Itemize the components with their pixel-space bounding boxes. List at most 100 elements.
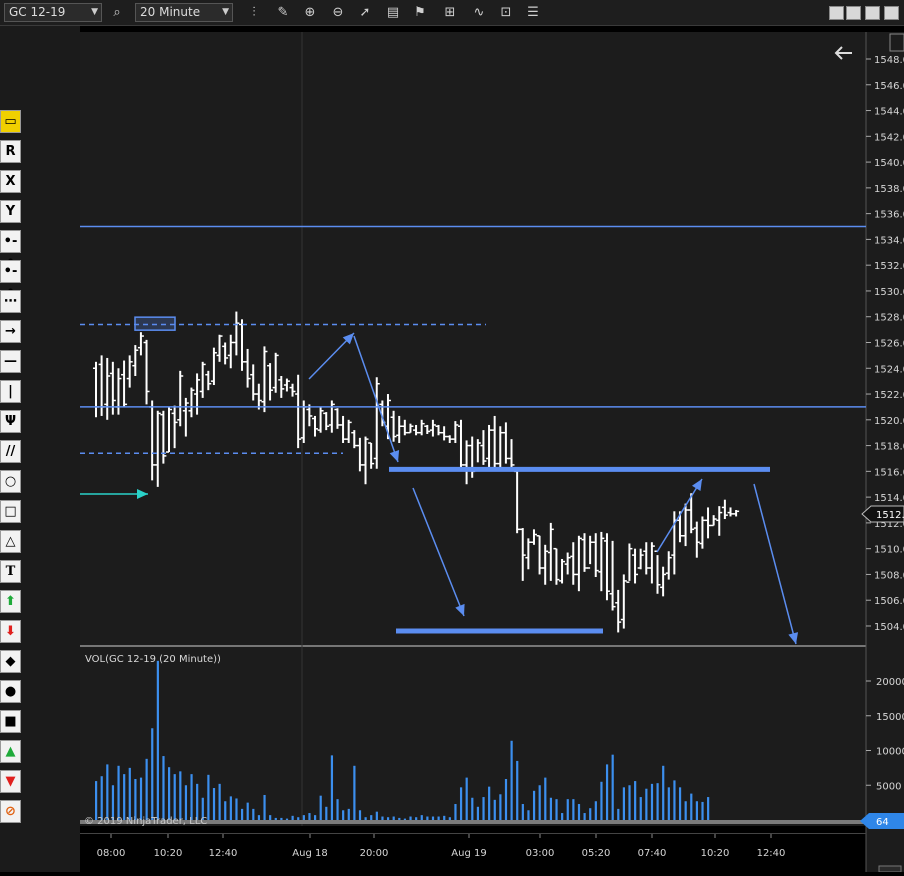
- volume-bar: [297, 817, 300, 820]
- price-tick-label: 1510.0: [874, 545, 904, 556]
- volume-bar: [532, 790, 536, 820]
- tile-button[interactable]: [829, 6, 844, 20]
- volume-bar: [420, 815, 423, 820]
- x-marker-icon[interactable]: X: [0, 170, 21, 193]
- time-tick-label: 07:40: [638, 848, 667, 859]
- volume-bar: [173, 774, 176, 820]
- price-tick-label: 1538.0: [874, 184, 904, 195]
- pencil-icon[interactable]: ✎: [274, 4, 292, 22]
- extended-line-icon[interactable]: ⋯: [0, 290, 21, 313]
- volume-bar: [701, 801, 704, 820]
- last-price-marker: 1512.7: [861, 505, 904, 523]
- volume-bar: [167, 767, 171, 820]
- axis-toggle-button[interactable]: [889, 33, 904, 52]
- volume-bar: [695, 801, 699, 820]
- chevron-down-icon: ▼: [91, 7, 98, 17]
- diamond-icon[interactable]: ◆: [0, 650, 21, 673]
- scroll-handle[interactable]: [878, 865, 902, 873]
- risk-reward-icon[interactable]: R: [0, 140, 21, 163]
- horizontal-line-icon[interactable]: —: [0, 350, 21, 373]
- volume-bar: [100, 776, 103, 820]
- volume-bar: [409, 816, 412, 820]
- time-tick-label: 10:20: [701, 848, 730, 859]
- interval-selector[interactable]: 20 Minute ▼: [135, 3, 233, 22]
- price-chart[interactable]: 1548.0 1546.0 1544.0 1542.0 1540.0 1538.0 1536…: [80, 32, 904, 873]
- volume-bar: [128, 767, 131, 820]
- volume-bar: [95, 781, 98, 820]
- triangle-icon[interactable]: △: [0, 530, 21, 553]
- pointer-icon[interactable]: ➚: [356, 4, 374, 22]
- volume-bar: [426, 816, 429, 820]
- time-tick-label: 08:00: [97, 848, 126, 859]
- volume-bar: [285, 818, 289, 820]
- arrow-down-icon[interactable]: ⬇: [0, 620, 21, 643]
- volume-bar: [246, 802, 249, 820]
- text-icon[interactable]: T: [0, 560, 21, 583]
- line-icon[interactable]: •-•: [0, 230, 21, 270]
- arrow-up-icon[interactable]: ⬆: [0, 590, 21, 613]
- chevron-down-icon: ▼: [222, 7, 229, 17]
- volume-bar: [650, 783, 654, 820]
- volume-bar: [656, 783, 659, 820]
- restore-button[interactable]: [846, 6, 861, 20]
- price-tick-label: 1524.0: [874, 364, 904, 375]
- ruler-icon[interactable]: ▭: [0, 110, 21, 133]
- bar-chart-icon[interactable]: ⫶: [245, 4, 263, 22]
- strategy-icon[interactable]: ⚑: [411, 4, 429, 22]
- volume-bar: [252, 808, 255, 820]
- time-axis-border: [80, 833, 866, 834]
- price-tick-label: 1540.0: [874, 158, 904, 169]
- data-box-icon[interactable]: ⊞: [441, 4, 459, 22]
- volume-bar: [493, 799, 496, 820]
- price-tick-label: 1520.0: [874, 416, 904, 427]
- ray-icon[interactable]: •-•: [0, 260, 21, 300]
- volume-bar: [437, 816, 440, 820]
- vertical-line-icon[interactable]: |: [0, 380, 21, 403]
- volume-bar: [358, 810, 362, 820]
- properties-icon[interactable]: ▤: [384, 4, 402, 22]
- volume-bar: [212, 788, 216, 820]
- parallel-lines-icon[interactable]: //: [0, 440, 21, 463]
- price-tick-label: 1508.0: [874, 570, 904, 581]
- volume-bar: [274, 817, 277, 820]
- minimize-button[interactable]: [865, 6, 880, 20]
- rectangle-icon[interactable]: □: [0, 500, 21, 523]
- volume-bar: [600, 781, 603, 820]
- zoom-in-icon[interactable]: ⊕: [301, 4, 319, 22]
- price-tick-label: 1518.0: [874, 442, 904, 453]
- arrow-line-icon[interactable]: →: [0, 320, 21, 343]
- andrews-pitchfork-icon[interactable]: Ψ: [0, 410, 21, 433]
- volume-bar: [123, 774, 126, 820]
- price-tick-label: 1516.0: [874, 467, 904, 478]
- save-icon[interactable]: ⊡: [497, 4, 515, 22]
- highlight-box-drawing[interactable]: [134, 316, 176, 331]
- triangle-down-icon[interactable]: ▼: [0, 770, 21, 793]
- maximize-button[interactable]: [884, 6, 899, 20]
- instrument-label: GC 12-19: [9, 5, 66, 19]
- volume-bar: [162, 756, 165, 820]
- ellipse-icon[interactable]: ○: [0, 470, 21, 493]
- instrument-selector[interactable]: GC 12-19 ▼: [4, 3, 102, 22]
- dot-icon[interactable]: ●: [0, 680, 21, 703]
- volume-bar: [634, 781, 637, 820]
- chart-toolbar: GC 12-19 ▼ ⌕ 20 Minute ▼ ⫶ ✎ ⊕ ⊖ ➚ ▤ ⚑ ⊞…: [0, 0, 904, 26]
- chart-area[interactable]: 1548.0 1546.0 1544.0 1542.0 1540.0 1538.0 1536…: [80, 32, 904, 873]
- volume-bar: [280, 817, 283, 820]
- price-tick-label: 1544.0: [874, 107, 904, 118]
- remove-drawings-icon[interactable]: ⊘: [0, 800, 21, 823]
- volume-bar: [662, 765, 665, 820]
- volume-bar: [319, 795, 322, 820]
- y-marker-icon[interactable]: Y: [0, 200, 21, 223]
- indicator-icon[interactable]: ∿: [470, 4, 488, 22]
- search-icon[interactable]: ⌕: [108, 4, 126, 22]
- volume-bar: [510, 740, 513, 820]
- triangle-up-icon[interactable]: ▲: [0, 740, 21, 763]
- square-icon[interactable]: ■: [0, 710, 21, 733]
- volume-bar: [347, 808, 350, 820]
- zoom-out-icon[interactable]: ⊖: [329, 4, 347, 22]
- volume-bar: [240, 808, 244, 820]
- menu-icon[interactable]: ☰: [524, 4, 542, 22]
- volume-bar: [454, 804, 457, 820]
- time-tick-label: 12:40: [209, 848, 238, 859]
- time-axis-ticks: 08:00 10:20 12:40 Aug 18 20:00 Aug 19 03:00 05:…: [97, 834, 785, 859]
